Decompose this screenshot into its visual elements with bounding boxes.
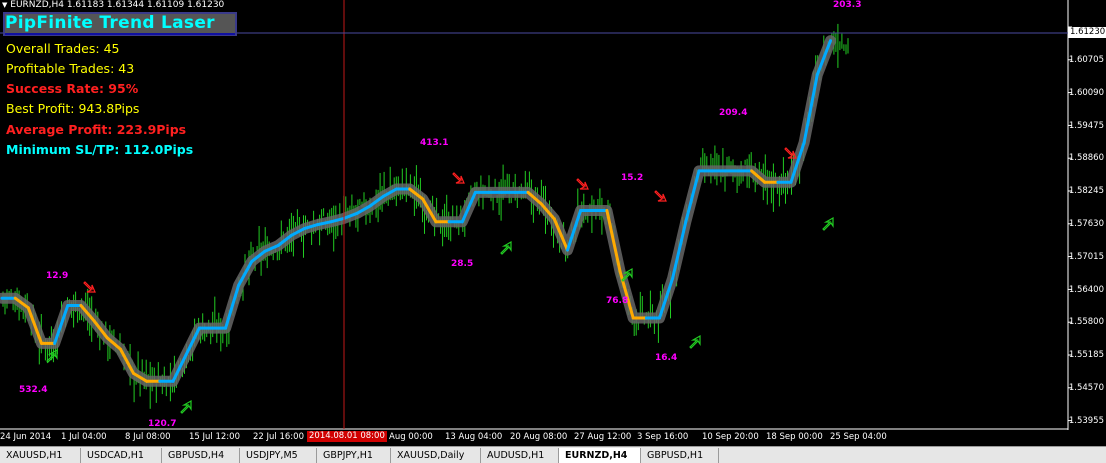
price-tick-label: 1.60705: [1068, 55, 1104, 65]
signal-label: 120.7: [148, 419, 177, 428]
stat-profitable-trades: Profitable Trades: 43: [6, 61, 135, 76]
indicator-title: PipFinite Trend Laser: [5, 13, 215, 33]
crosshair-time-label: 2014.08.01 08:00: [307, 431, 387, 442]
signal-label: 15.2: [621, 173, 644, 183]
chart-tab-bar: XAUUSD,H1 USDCAD,H1 GBPUSD,H4 USDJPY,M5 …: [0, 446, 1106, 463]
time-tick-label: Aug 00:00: [389, 432, 433, 442]
price-tick-label: 1.57630: [1068, 219, 1104, 229]
signal-label: 16.4: [655, 353, 678, 363]
price-tick-label: 1.54570: [1068, 383, 1104, 393]
time-tick-label: 24 Jun 2014: [0, 432, 52, 442]
indicator-title-underline: [5, 33, 235, 35]
chart-tab[interactable]: USDCAD,H1: [81, 448, 162, 463]
signal-label: 76.8: [606, 296, 629, 306]
symbol-info: ▼ EURNZD,H4 1.61183 1.61344 1.61109 1.61…: [2, 0, 224, 10]
symbol-triangle-icon: ▼: [2, 1, 8, 9]
chart-tab[interactable]: USDJPY,M5: [240, 448, 317, 463]
chart-tab[interactable]: GBPUSD,H1: [641, 448, 719, 463]
signal-label: 209.4: [719, 108, 748, 118]
price-tick-label: 1.57015: [1068, 252, 1104, 262]
chart-tab-active[interactable]: EURNZD,H4: [559, 448, 641, 463]
chart-tab[interactable]: GBPUSD,H4: [162, 448, 240, 463]
price-tick-label: 1.58245: [1068, 186, 1104, 196]
time-tick-label: 27 Aug 12:00: [574, 432, 632, 442]
time-tick-label: 25 Sep 04:00: [830, 432, 887, 442]
stat-best-profit: Best Profit: 943.8Pips: [6, 101, 140, 116]
chart-background: [0, 0, 1068, 428]
signal-label: 532.4: [19, 385, 48, 395]
time-tick-label: 15 Jul 12:00: [189, 432, 240, 442]
price-tick-label: 1.60090: [1068, 88, 1104, 98]
time-tick-label: 13 Aug 04:00: [445, 432, 503, 442]
price-tick-label: 1.55800: [1068, 317, 1104, 327]
price-chart[interactable]: [0, 0, 1106, 446]
time-tick-label: 20 Aug 08:00: [510, 432, 568, 442]
stat-average-profit: Average Profit: 223.9Pips: [6, 122, 187, 137]
time-tick-label: 3 Sep 16:00: [637, 432, 689, 442]
price-tick-label: 1.59475: [1068, 121, 1104, 131]
chart-tab[interactable]: GBPJPY,H1: [317, 448, 391, 463]
price-tick-label: 1.56400: [1068, 285, 1104, 295]
signal-label: 12.9: [46, 271, 69, 281]
chart-tab[interactable]: XAUUSD,H1: [0, 448, 81, 463]
price-tick-label: 1.58860: [1068, 153, 1104, 163]
chart-tab[interactable]: AUDUSD,H1: [481, 448, 559, 463]
time-tick-label: 18 Sep 00:00: [766, 432, 823, 442]
symbol-ohlc-text: EURNZD,H4 1.61183 1.61344 1.61109 1.6123…: [10, 0, 225, 10]
price-tick-label: 1.55185: [1068, 350, 1104, 360]
price-tick-label: 1.53955: [1068, 416, 1104, 426]
time-tick-label: 10 Sep 20:00: [702, 432, 759, 442]
signal-label: 203.3: [833, 0, 862, 7]
stat-overall-trades: Overall Trades: 45: [6, 41, 120, 56]
time-tick-label: 8 Jul 08:00: [125, 432, 171, 442]
time-tick-label: 22 Jul 16:00: [253, 432, 304, 442]
signal-label: 413.1: [420, 138, 449, 148]
time-tick-label: 1 Jul 04:00: [61, 432, 107, 442]
chart-tab[interactable]: XAUUSD,Daily: [391, 448, 481, 463]
current-price-label: 1.61230: [1068, 27, 1106, 38]
stat-success-rate: Success Rate: 95%: [6, 81, 139, 96]
signal-label: 28.5: [451, 259, 474, 269]
stat-minimum-sltp: Minimum SL/TP: 112.0Pips: [6, 142, 194, 157]
